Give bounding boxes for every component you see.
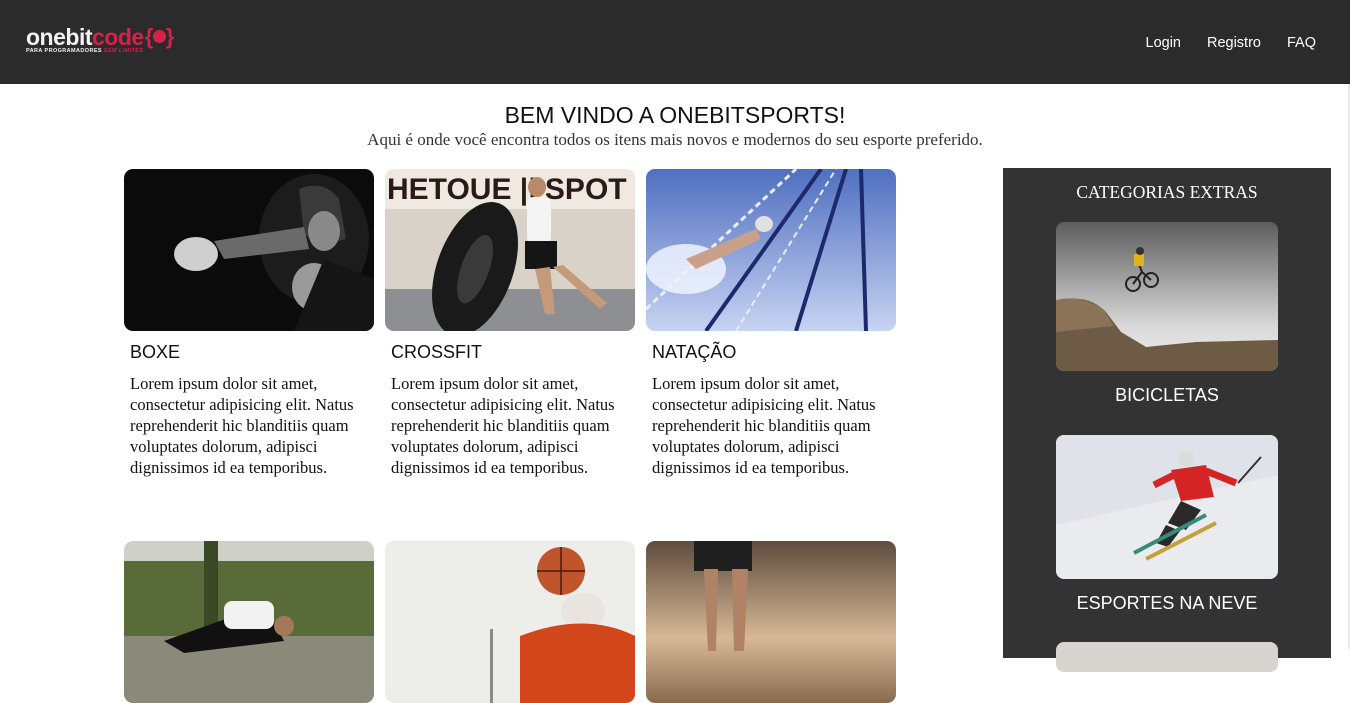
sport-card-basketball[interactable] <box>385 541 635 703</box>
nav-faq-link[interactable]: FAQ <box>1287 34 1316 52</box>
rock-hand-icon: {} <box>144 24 175 49</box>
top-navbar: onebitcode{} PARA PROGRAMADORES SEM LIMI… <box>0 0 1350 84</box>
card-title: NATAÇÃO <box>652 342 737 362</box>
category-partial[interactable] <box>1056 642 1278 672</box>
bicycle-photo <box>1056 222 1278 371</box>
nav-registro-link[interactable]: Registro <box>1207 34 1261 52</box>
card-description: Lorem ipsum dolor sit amet, consectetur … <box>130 374 354 477</box>
page-title: BEM VINDO A ONEBITSPORTS! <box>504 102 846 128</box>
logo-tagline-accent: SEM LIMITES <box>103 48 144 54</box>
sport-card-natacao[interactable]: NATAÇÃO Lorem ipsum dolor sit amet, cons… <box>646 169 896 478</box>
svg-text:HETOUE || SPOT: HETOUE || SPOT <box>387 173 627 206</box>
logo-text-accent: code <box>92 24 144 50</box>
running-photo <box>646 541 896 703</box>
nav-login-link[interactable]: Login <box>1146 34 1181 52</box>
logo-wordmark: onebitcode{} <box>26 24 174 50</box>
workout-photo <box>124 541 374 703</box>
swimming-photo <box>646 169 896 331</box>
crossfit-photo: HETOUE || SPOT <box>385 169 635 331</box>
category-bicicletas[interactable]: BICICLETAS <box>1056 222 1278 406</box>
card-description: Lorem ipsum dolor sit amet, consectetur … <box>652 374 876 477</box>
category-label: BICICLETAS <box>1115 385 1219 405</box>
logo-text-main: onebit <box>26 24 93 50</box>
card-title: BOXE <box>130 342 181 362</box>
brand-logo[interactable]: onebitcode{} PARA PROGRAMADORES SEM LIMI… <box>26 24 174 54</box>
sport-card-boxe[interactable]: BOXE Lorem ipsum dolor sit amet, consect… <box>124 169 374 478</box>
card-title: CROSSFIT <box>391 342 483 362</box>
sidebar-title: CATEGORIAS EXTRAS <box>1076 182 1258 202</box>
sport-card-running[interactable] <box>646 541 896 703</box>
sport-card-crossfit[interactable]: HETOUE || SPOT CROSSFIT Lorem ipsum dolo… <box>385 169 635 478</box>
skiing-photo <box>1056 435 1278 579</box>
category-label: ESPORTES NA NEVE <box>1076 593 1258 613</box>
category-photo <box>1056 642 1278 672</box>
boxing-photo <box>124 169 374 331</box>
category-esportes-na-neve[interactable]: ESPORTES NA NEVE <box>1056 435 1278 614</box>
basketball-photo <box>385 541 635 703</box>
main-nav: Login Registro FAQ <box>1146 34 1317 52</box>
card-description: Lorem ipsum dolor sit amet, consectetur … <box>391 374 615 477</box>
page-subtitle: Aqui é onde você encontra todos os itens… <box>367 130 983 149</box>
extra-categories-sidebar: CATEGORIAS EXTRAS BICICLETAS ESPORTES NA… <box>1003 168 1331 672</box>
logo-tagline-main: PARA PROGRAMADORES <box>26 48 102 54</box>
sport-card-calisthenics[interactable] <box>124 541 374 703</box>
